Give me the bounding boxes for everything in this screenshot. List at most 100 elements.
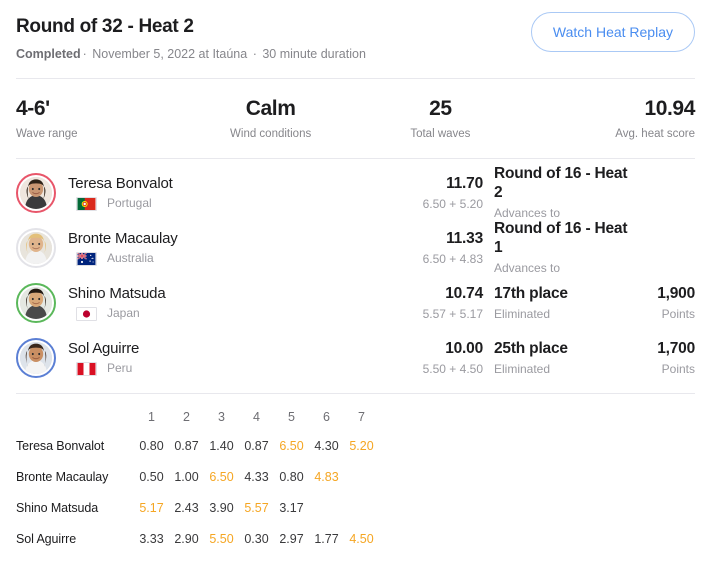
wave-table-row: Teresa Bonvalot 0.80 0.87 1.40 0.87 6.50 4.30 5… [16, 430, 695, 461]
wave-score-cell: 4.50 [349, 531, 374, 546]
athlete-points [628, 246, 695, 250]
wave-header-3: 3 [218, 410, 225, 424]
wave-header-6: 6 [323, 410, 330, 424]
wave-row-spacer [379, 492, 695, 523]
wave-row-athlete-name: Shino Matsuda [16, 500, 99, 515]
wave-score-cell: 3.17 [279, 500, 304, 515]
meta-separator-1: · [82, 47, 87, 61]
wave-scores-section: 1 2 3 4 5 6 7 Teresa Bonvalot 0.80 0.87 1.4… [0, 394, 711, 554]
wave-table-row: Shino Matsuda 5.17 2.43 3.90 5.57 3.17 [16, 492, 695, 523]
wave-score-cell: 1.40 [209, 438, 234, 453]
wave-row-spacer [379, 430, 695, 461]
wave-score-cell: 3.90 [209, 500, 234, 515]
result-text: Round of 16 - Heat 2 [494, 165, 628, 201]
points-value: 1,900 [657, 284, 695, 302]
score-breakdown: 6.50 + 5.20 [422, 196, 483, 211]
wave-score-cell: 2.90 [174, 531, 199, 546]
heat-detail-page: Round of 32 - Heat 2 Completed · November… [0, 0, 711, 571]
athlete-name: Shino Matsuda [68, 285, 166, 302]
result-status: Eliminated [494, 361, 551, 376]
wave-score-cell: 0.87 [174, 438, 199, 453]
wave-score-cell: 5.57 [244, 500, 269, 515]
points-label: Points [661, 361, 695, 376]
wave-header-4: 4 [253, 410, 260, 424]
flag-icon-australia [76, 251, 97, 266]
points-label: Points [661, 306, 695, 321]
jersey-color-ring [16, 282, 56, 323]
score-total: 11.33 [446, 229, 483, 247]
athlete-identity: Teresa Bonvalot Portugal [68, 174, 383, 211]
heat-duration: 30 minute duration [262, 47, 366, 61]
wave-score-cell: 6.50 [209, 469, 234, 484]
stat-label: Total waves [410, 128, 471, 140]
flag-icon-portugal [76, 196, 97, 211]
stat-value: 4-6' [16, 97, 50, 120]
athlete-score: 11.70 6.50 + 5.20 [383, 174, 484, 212]
athlete-name: Bronte Macaulay [68, 230, 178, 247]
jersey-color-ring [16, 172, 56, 213]
country-name: Portugal [107, 196, 152, 210]
wave-score-cell: 4.30 [314, 438, 339, 453]
athlete-result: 17th place Eliminated [483, 284, 628, 322]
athlete-row[interactable]: Bronte Macaulay Australia 11.33 6.50 + 4… [16, 220, 695, 275]
result-text: Round of 16 - Heat 1 [494, 220, 628, 256]
avatar [20, 286, 52, 319]
result-text: 17th place [494, 284, 568, 302]
jersey-color-ring [16, 337, 56, 378]
wave-header-spacer [379, 404, 695, 430]
wave-header-1: 1 [148, 410, 155, 424]
score-total: 10.74 [445, 284, 483, 302]
stat-value: 10.94 [644, 97, 695, 120]
stat-value: 25 [429, 97, 452, 120]
stat-wind-conditions: Calm Wind conditions [186, 96, 356, 142]
wave-table-header-row: 1 2 3 4 5 6 7 [16, 404, 695, 430]
heat-header: Round of 32 - Heat 2 Completed · November… [0, 0, 711, 63]
stat-wave-range: 4-6' Wave range [16, 96, 186, 142]
heat-date-location: November 5, 2022 at Itaúna [92, 47, 248, 61]
wave-header-name [16, 404, 134, 430]
stat-label: Wind conditions [230, 128, 312, 140]
wave-table-row: Sol Aguirre 3.33 2.90 5.50 0.30 2.97 1.77 4.50 [16, 523, 695, 554]
athlete-row[interactable]: Teresa Bonvalot Portugal 11.70 6.50 + 5.… [16, 165, 695, 220]
wave-row-spacer [379, 461, 695, 492]
wave-score-cell [344, 461, 379, 492]
heat-meta: Completed · November 5, 2022 at Itaúna · … [16, 45, 366, 63]
country-name: Australia [107, 251, 154, 265]
score-total: 11.70 [446, 174, 483, 192]
stat-value: Calm [245, 97, 296, 120]
wave-score-cell: 0.80 [279, 469, 304, 484]
wave-score-cell [309, 492, 344, 523]
athlete-row[interactable]: Shino Matsuda Japan 10.74 5.57 + 5.17 17… [16, 275, 695, 330]
stat-label: Wave range [16, 128, 78, 140]
wave-score-cell: 0.87 [244, 438, 269, 453]
wave-score-cell: 2.43 [174, 500, 199, 515]
athlete-name: Sol Aguirre [68, 340, 140, 357]
athlete-points [628, 191, 695, 195]
stat-total-waves: 25 Total waves [356, 96, 526, 142]
athlete-row[interactable]: Sol Aguirre Peru 10.00 5.50 + 4.50 25th … [16, 330, 695, 385]
athlete-score: 11.33 6.50 + 4.83 [383, 229, 484, 267]
wave-score-cell: 5.50 [209, 531, 234, 546]
score-breakdown: 5.50 + 4.50 [422, 361, 483, 376]
wave-score-cell: 4.33 [244, 469, 269, 484]
wave-row-athlete-name: Teresa Bonvalot [16, 438, 105, 453]
status-badge: Completed [16, 47, 81, 61]
wave-row-athlete-name: Bronte Macaulay [16, 469, 109, 484]
page-title: Round of 32 - Heat 2 [16, 16, 194, 37]
athlete-identity: Bronte Macaulay Australia [68, 229, 383, 266]
jersey-color-ring [16, 227, 56, 268]
heat-header-text: Round of 32 - Heat 2 Completed · November… [16, 12, 366, 63]
wave-header-5: 5 [288, 410, 295, 424]
watch-heat-replay-button[interactable]: Watch Heat Replay [530, 12, 695, 52]
wave-score-cell: 2.97 [279, 531, 304, 546]
wave-header-7: 7 [358, 410, 365, 424]
athlete-score: 10.00 5.50 + 4.50 [383, 339, 484, 377]
score-total: 10.00 [445, 339, 483, 357]
wave-score-cell: 1.00 [174, 469, 199, 484]
avatar [20, 341, 52, 374]
country-name: Japan [107, 306, 140, 320]
athlete-country: Peru [68, 361, 383, 376]
wave-header-2: 2 [183, 410, 190, 424]
wave-score-cell: 0.50 [139, 469, 164, 484]
country-name: Peru [107, 361, 133, 375]
